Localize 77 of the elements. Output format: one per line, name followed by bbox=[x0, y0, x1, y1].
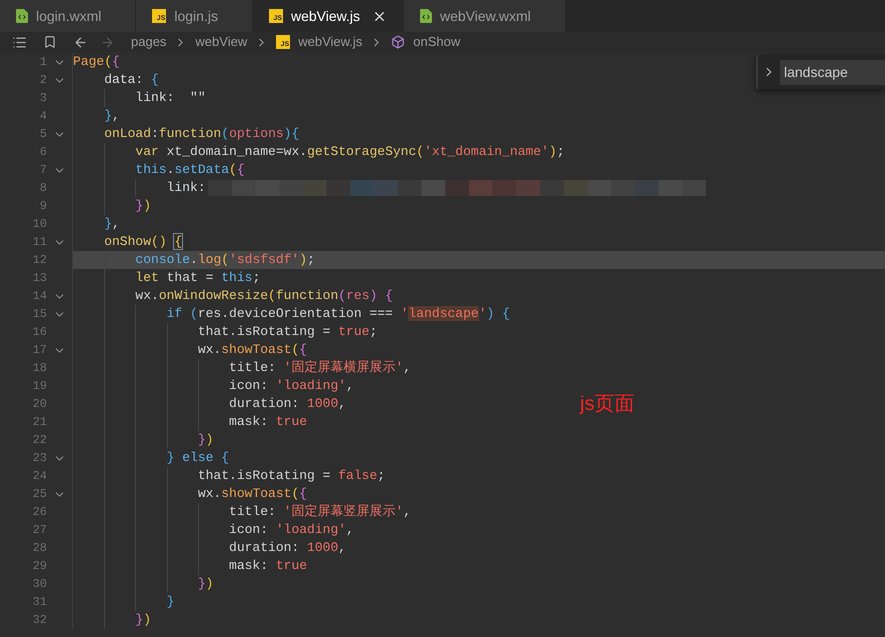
line-number: 12 bbox=[32, 252, 47, 269]
breadcrumb-item[interactable]: onShow bbox=[413, 32, 460, 52]
line-number: 10 bbox=[32, 216, 47, 233]
code-line: mask: true bbox=[228, 413, 308, 431]
line-number: 25 bbox=[32, 486, 47, 503]
line-number: 23 bbox=[32, 450, 47, 467]
code-line: that.isRotating = true; bbox=[196, 323, 378, 341]
code-line: } else { bbox=[166, 449, 230, 467]
line-number: 14 bbox=[32, 288, 47, 305]
line-number: 32 bbox=[32, 612, 47, 629]
list-icon[interactable] bbox=[12, 34, 27, 50]
code-line: Page({ bbox=[73, 53, 120, 71]
breadcrumb-item[interactable]: webView.js bbox=[298, 32, 362, 52]
line-number: 7 bbox=[38, 162, 47, 179]
code-line: icon: 'loading', bbox=[228, 377, 354, 395]
line-number: 21 bbox=[32, 414, 47, 431]
line-number: 4 bbox=[38, 108, 47, 125]
code-line: link: bbox=[166, 179, 206, 197]
code-line: if (res.deviceOrientation === 'landscape') { bbox=[166, 305, 510, 323]
line-number: 27 bbox=[32, 522, 47, 539]
code-line: mask: true bbox=[228, 557, 308, 575]
code-line: } bbox=[166, 593, 174, 611]
editor-tab[interactable]: webView.wxml bbox=[404, 0, 566, 32]
line-number: 2 bbox=[38, 72, 47, 89]
code-line: }) bbox=[134, 611, 152, 629]
code-line: onShow() { bbox=[103, 233, 182, 251]
find-input[interactable]: landscape bbox=[780, 60, 885, 84]
code-line: link: "" bbox=[134, 89, 206, 107]
bookmark-icon[interactable] bbox=[43, 35, 57, 49]
annotation-text: js页面 bbox=[580, 392, 634, 417]
code-line: duration: 1000, bbox=[228, 395, 346, 413]
line-number: 5 bbox=[38, 126, 47, 143]
line-number: 3 bbox=[38, 90, 47, 107]
line-number: 9 bbox=[38, 198, 47, 215]
code-line: let that = this; bbox=[134, 269, 260, 287]
line-number: 1 bbox=[38, 54, 47, 71]
line-number: 16 bbox=[32, 324, 47, 341]
code-line: that.isRotating = false; bbox=[196, 467, 386, 485]
line-number: 20 bbox=[32, 396, 47, 413]
line-number: 17 bbox=[32, 342, 47, 359]
code-line: title: '固定屏幕竖屏展示', bbox=[228, 503, 412, 521]
code-line: this.setData({ bbox=[134, 161, 245, 179]
line-number: 11 bbox=[32, 234, 47, 251]
line-number: 8 bbox=[38, 180, 47, 197]
line-number: 22 bbox=[32, 432, 47, 449]
code-file-icon bbox=[16, 9, 28, 23]
line-number: 19 bbox=[32, 378, 47, 395]
code-line: }, bbox=[103, 215, 120, 233]
editor-tab[interactable]: login.wxml bbox=[0, 0, 136, 32]
code-line: icon: 'loading', bbox=[228, 521, 354, 539]
code-line: data: { bbox=[103, 71, 159, 89]
line-number: 24 bbox=[32, 468, 47, 485]
cube-icon bbox=[391, 35, 406, 49]
line-number: 13 bbox=[32, 270, 47, 287]
code-file-icon bbox=[420, 9, 432, 23]
breadcrumb-item[interactable]: webView bbox=[195, 32, 248, 52]
code-line: }) bbox=[134, 197, 152, 215]
line-number: 31 bbox=[32, 594, 47, 611]
breadcrumb-item[interactable]: pages bbox=[131, 32, 166, 52]
line-number: 30 bbox=[32, 576, 47, 593]
code-line: wx.onWindowResize(function(res) { bbox=[134, 287, 393, 305]
line-number: 15 bbox=[32, 306, 47, 323]
code-line: wx.showToast({ bbox=[196, 485, 308, 503]
code-line: onLoad:function(options){ bbox=[103, 125, 300, 143]
line-number: 6 bbox=[38, 144, 47, 161]
code-line: }) bbox=[196, 575, 214, 593]
code-line: title: '固定屏幕横屏展示', bbox=[228, 359, 412, 377]
code-line: }, bbox=[103, 107, 120, 125]
code-line: wx.showToast({ bbox=[196, 341, 308, 359]
line-number: 18 bbox=[32, 360, 47, 377]
line-number: 29 bbox=[32, 558, 47, 575]
code-line: var xt_domain_name=wx.getStorageSync('xt_domain_name'); bbox=[134, 143, 565, 161]
line-number: 26 bbox=[32, 504, 47, 521]
code-line: duration: 1000, bbox=[228, 539, 346, 557]
code-line: console.log('sdsfsdf'); bbox=[134, 251, 315, 269]
line-number: 28 bbox=[32, 540, 47, 557]
code-line: }) bbox=[196, 431, 214, 449]
